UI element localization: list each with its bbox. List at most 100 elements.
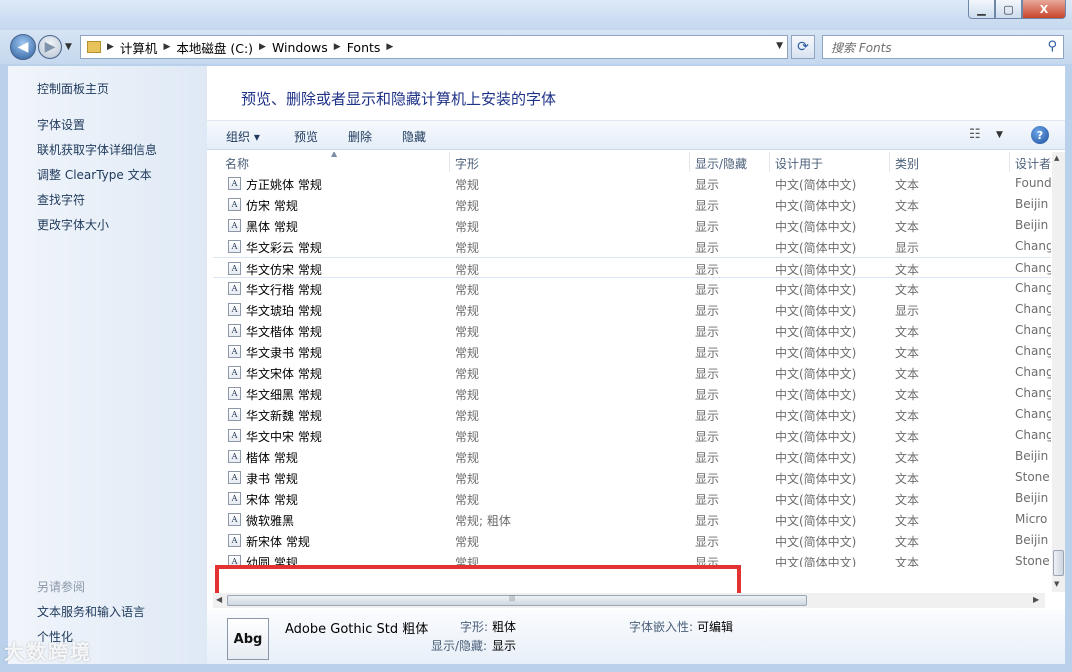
font-settings-link[interactable]: 字体设置 [37,116,85,133]
font-style-cell: 常规 [455,304,480,318]
font-style-cell: 常规; 粗体 [455,514,511,528]
font-style-cell: 常规 [455,388,480,402]
horizontal-scroll-thumb[interactable] [227,595,807,606]
organize-menu[interactable]: 组织 ▾ [226,128,260,145]
font-name-cell: 仿宋 常规 [246,199,298,213]
close-button[interactable]: X [1022,0,1066,19]
column-divider[interactable] [689,152,690,172]
font-show-cell: 显示 [695,241,720,255]
view-dropdown-icon[interactable]: ▼ [996,130,1003,140]
find-character-link[interactable]: 查找字符 [37,191,85,208]
font-row[interactable]: A 微软雅黑 常规; 粗体 显示 中文(简体中文) 文本 Micro [213,509,1051,530]
font-file-icon: A [228,513,241,526]
font-designed-for-cell: 中文(简体中文) [775,304,857,318]
font-row[interactable]: A 华文仿宋 常规 常规 显示 中文(简体中文) 文本 Chang [213,257,1051,278]
breadcrumb-separator-icon[interactable]: ▶ [163,42,170,52]
scroll-left-icon[interactable]: ◀ [216,595,222,604]
font-designer-cell: Found [1015,176,1051,190]
font-row[interactable]: A 华文琥珀 常规 常规 显示 中文(简体中文) 显示 Chang [213,299,1051,320]
column-header-name[interactable]: 名称 [225,155,249,172]
details-showhide-value: 显示 [492,639,517,653]
scroll-down-icon[interactable]: ▼ [1054,580,1059,588]
scroll-right-icon[interactable]: ▶ [1033,595,1039,604]
vertical-scroll-thumb[interactable] [1053,550,1064,576]
delete-button[interactable]: 删除 [348,128,372,145]
column-divider[interactable] [769,152,770,172]
recent-pages-dropdown[interactable]: ▼ [65,42,72,52]
font-designed-for-cell: 中文(简体中文) [775,409,857,423]
online-font-info-link[interactable]: 联机获取字体详细信息 [37,141,157,158]
minimize-button[interactable]: ▁ [968,0,995,19]
font-designed-for-cell: 中文(简体中文) [775,367,857,381]
breadcrumb-local-disk[interactable]: 本地磁盘 (C:) [176,38,253,57]
change-font-size-link[interactable]: 更改字体大小 [37,216,109,233]
cleartype-link[interactable]: 调整 ClearType 文本 [37,166,152,183]
address-dropdown-icon[interactable]: ▼ [776,41,783,51]
back-button[interactable]: ◀ [10,34,36,60]
column-divider[interactable] [1009,152,1010,172]
breadcrumb-separator-icon[interactable]: ▶ [259,42,266,52]
font-row[interactable]: A 华文宋体 常规 常规 显示 中文(简体中文) 文本 Chang [213,362,1051,383]
search-icon[interactable]: ⚲ [1047,39,1057,54]
breadcrumb-computer[interactable]: 计算机 [120,38,158,57]
text-services-link[interactable]: 文本服务和输入语言 [37,603,145,620]
breadcrumb-fonts[interactable]: Fonts [347,40,381,55]
font-name-cell: 黑体 常规 [246,220,298,234]
column-divider[interactable] [889,152,890,172]
main-pane: 预览、删除或者显示和隐藏计算机上安装的字体 组织 ▾ 预览 删除 隐藏 ☷ ▼ … [207,66,1065,664]
column-header-style[interactable]: 字形 [455,155,479,172]
column-header-category[interactable]: 类别 [895,155,919,172]
font-row[interactable]: A 黑体 常规 常规 显示 中文(简体中文) 文本 Beijin [213,215,1051,236]
breadcrumb-separator-icon[interactable]: ▶ [386,42,393,52]
control-panel-home-link[interactable]: 控制面板主页 [37,80,109,97]
font-row[interactable]: A 楷体 常规 常规 显示 中文(简体中文) 文本 Beijin [213,446,1051,467]
font-designed-for-cell: 中文(简体中文) [775,263,857,277]
column-header-show-hide[interactable]: 显示/隐藏 [695,155,747,172]
font-row[interactable]: A 方正姚体 常规 常规 显示 中文(简体中文) 文本 Found [213,173,1051,194]
search-input[interactable]: 搜索 Fonts ⚲ [822,35,1064,59]
font-designed-for-cell: 中文(简体中文) [775,346,857,360]
font-category-cell: 文本 [895,430,920,444]
font-row[interactable]: A 隶书 常规 常规 显示 中文(简体中文) 文本 Stone [213,467,1051,488]
forward-button[interactable]: ▶ [38,35,62,59]
font-category-cell: 文本 [895,556,920,567]
refresh-button[interactable]: ⟳ [791,35,815,59]
help-icon[interactable]: ? [1031,126,1049,144]
font-row[interactable]: A 华文细黑 常规 常规 显示 中文(简体中文) 文本 Chang [213,383,1051,404]
horizontal-scrollbar[interactable]: ◀ ||| ▶ [213,593,1045,608]
view-details-icon[interactable]: ☷ [969,127,981,142]
font-row[interactable]: A 华文隶书 常规 常规 显示 中文(简体中文) 文本 Chang [213,341,1051,362]
font-show-cell: 显示 [695,325,720,339]
font-row[interactable]: A 仿宋 常规 常规 显示 中文(简体中文) 文本 Beijin [213,194,1051,215]
font-designer-cell: Beijin [1015,491,1049,505]
breadcrumb-separator-icon[interactable]: ▶ [107,42,114,52]
vertical-scrollbar[interactable]: ▲ ▼ [1052,152,1065,592]
column-divider[interactable] [449,152,450,172]
maximize-button[interactable]: ▢ [995,0,1022,19]
font-row[interactable]: A 华文楷体 常规 常规 显示 中文(简体中文) 文本 Chang [213,320,1051,341]
font-category-cell: 文本 [895,388,920,402]
font-designed-for-cell: 中文(简体中文) [775,325,857,339]
font-row[interactable]: A 幼圆 常规 常规 显示 中文(简体中文) 文本 Stone [213,551,1051,567]
toolbar: 组织 ▾ 预览 删除 隐藏 ☷ ▼ ? [207,120,1065,150]
breadcrumb-separator-icon[interactable]: ▶ [334,42,341,52]
font-row[interactable]: A 华文行楷 常规 常规 显示 中文(简体中文) 文本 Chang [213,278,1051,299]
column-header-designer[interactable]: 设计者 [1015,155,1051,172]
font-row[interactable]: A 华文新魏 常规 常规 显示 中文(简体中文) 文本 Chang [213,404,1051,425]
font-row[interactable]: A 新宋体 常规 常规 显示 中文(简体中文) 文本 Beijin [213,530,1051,551]
details-showhide-label: 显示/隐藏: [431,639,488,653]
column-header-designed-for[interactable]: 设计用于 [775,155,823,172]
details-embed-label: 字体嵌入性: [629,620,694,634]
font-row[interactable]: A 宋体 常规 常规 显示 中文(简体中文) 文本 Beijin [213,488,1051,509]
font-row[interactable]: A 华文彩云 常规 常规 显示 中文(简体中文) 显示 Chang [213,236,1051,257]
font-show-cell: 显示 [695,535,720,549]
font-designer-cell: Stone [1015,470,1050,484]
details-style-value: 粗体 [492,620,517,634]
breadcrumb-windows[interactable]: Windows [272,40,328,55]
hide-button[interactable]: 隐藏 [402,128,426,145]
preview-button[interactable]: 预览 [294,128,318,145]
font-row[interactable]: A 华文中宋 常规 常规 显示 中文(简体中文) 文本 Chang [213,425,1051,446]
address-bar[interactable]: ▶ 计算机 ▶ 本地磁盘 (C:) ▶ Windows ▶ Fonts ▶ ▼ [80,35,788,59]
scroll-up-icon[interactable]: ▲ [1054,154,1059,162]
font-file-icon: A [228,471,241,484]
